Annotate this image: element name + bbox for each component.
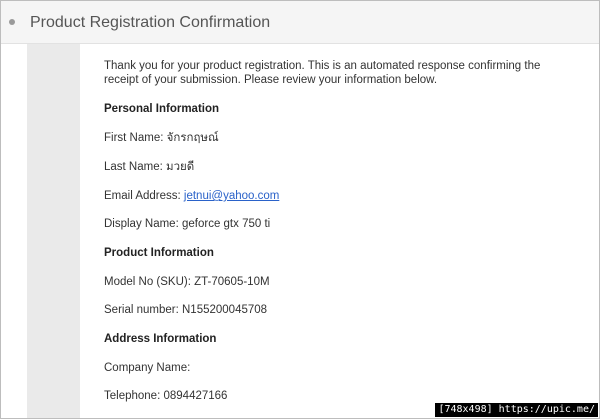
model-label: Model No (SKU): [104, 276, 191, 288]
email-subject: Product Registration Confirmation [30, 14, 271, 31]
telephone-value: 0894427166 [163, 390, 228, 402]
last-name-label: Last Name: [104, 161, 163, 173]
telephone-label: Telephone: [104, 390, 161, 402]
section-heading-address: Address Information [104, 333, 217, 345]
first-name-label: First Name: [104, 132, 164, 144]
serial-row: Serial number: N155200045708 [104, 303, 267, 317]
company-label: Company Name: [104, 362, 191, 374]
display-name-label: Display Name: [104, 218, 179, 230]
last-name-row: Last Name: มวยดี [104, 160, 194, 174]
left-gutter-band [27, 44, 80, 418]
display-name-value: geforce gtx 750 ti [181, 218, 271, 230]
telephone-row: Telephone: 0894427166 [104, 389, 227, 403]
model-value: ZT-70605-10M [194, 276, 270, 288]
email-header: Product Registration Confirmation [1, 1, 599, 44]
email-link[interactable]: jetnui@yahoo.com [184, 190, 279, 202]
email-row: Email Address: jetnui@yahoo.com [104, 189, 279, 203]
image-host-watermark: [748x498] https://upic.me/ [435, 403, 598, 417]
first-name-row: First Name: จักรกฤษณ์ [104, 131, 219, 145]
email-label: Email Address: [104, 190, 181, 202]
last-name-value: มวยดี [166, 161, 195, 173]
display-name-row: Display Name: geforce gtx 750 ti [104, 217, 270, 231]
section-heading-personal: Personal Information [104, 103, 220, 115]
serial-label: Serial number: [104, 304, 179, 316]
company-row: Company Name: [104, 361, 190, 375]
first-name-value: จักรกฤษณ์ [166, 132, 219, 144]
email-window: Product Registration Confirmation Thank … [0, 0, 600, 419]
bullet-icon [9, 19, 15, 25]
section-heading-product: Product Information [104, 247, 214, 259]
serial-value: N155200045708 [182, 304, 268, 316]
model-row: Model No (SKU): ZT-70605-10M [104, 275, 270, 289]
intro-text: Thank you for your product registration.… [104, 60, 541, 86]
right-margin [561, 44, 599, 418]
